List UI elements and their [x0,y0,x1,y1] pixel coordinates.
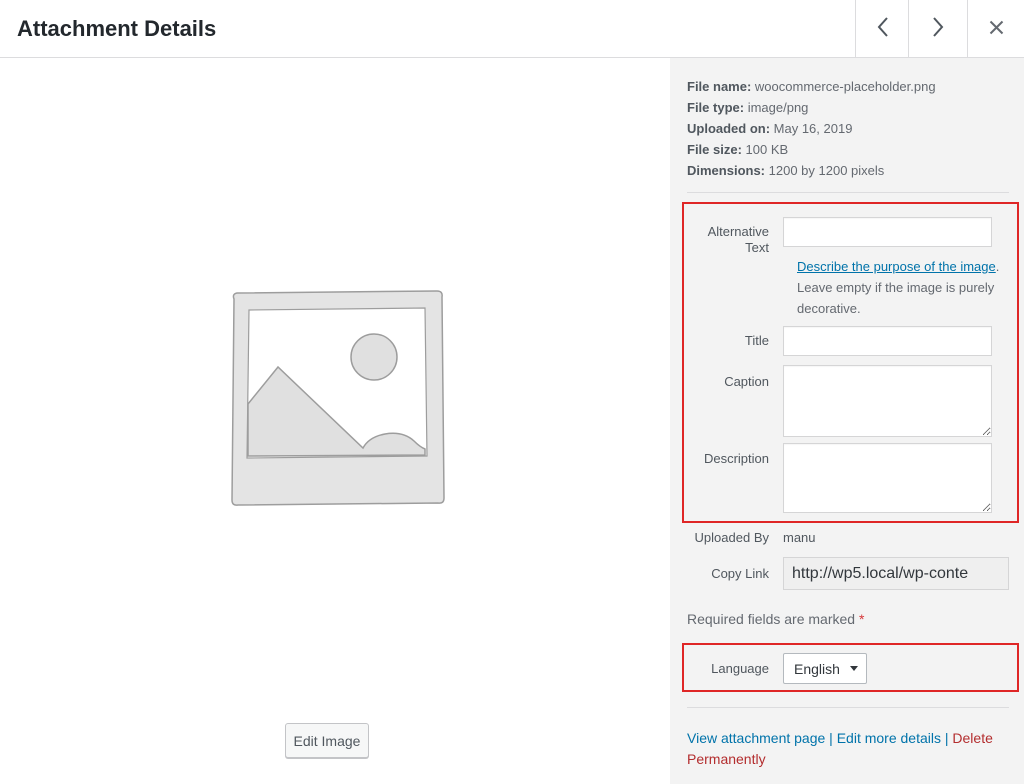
caption-row: Caption [687,365,992,437]
copy-link-input[interactable] [783,557,1009,590]
edit-more-details-link[interactable]: Edit more details [837,730,941,746]
previous-attachment-button[interactable] [855,0,908,57]
meta-label: File size: [687,142,742,157]
language-row: Language English [687,653,867,684]
meta-label: File name: [687,79,751,94]
meta-value: woocommerce-placeholder.png [751,79,935,94]
close-icon [988,19,1005,39]
chevron-left-icon [876,16,889,41]
edit-image-button[interactable]: Edit Image [285,723,369,758]
meta-value: 100 KB [742,142,788,157]
page-title: Attachment Details [17,0,216,57]
uploaded-by-label: Uploaded By [687,530,783,546]
view-attachment-link[interactable]: View attachment page [687,730,825,746]
uploaded-by-value: manu [783,530,816,546]
description-row: Description [687,443,992,513]
modal-header: Attachment Details [0,0,1024,58]
attachment-details-modal: Attachment Details Ed [0,0,1024,784]
required-fields-note: Required fields are marked * [687,611,864,627]
title-row: Title [687,326,992,356]
meta-value: image/png [744,100,808,115]
file-meta: File name: woocommerce-placeholder.png F… [687,76,1009,181]
divider [687,192,1009,193]
meta-value: 1200 by 1200 pixels [765,163,884,178]
attachment-actions: View attachment page | Edit more details… [687,728,1009,770]
copy-link-label: Copy Link [687,557,783,582]
language-selected-value: English [794,661,846,677]
language-label: Language [687,653,783,677]
caption-textarea[interactable] [783,365,992,437]
meta-row-dimensions: Dimensions: 1200 by 1200 pixels [687,160,1009,181]
image-placeholder [227,288,448,509]
action-separator: | [825,730,836,746]
header-nav [855,0,1024,57]
meta-row-filetype: File type: image/png [687,97,1009,118]
alt-text-row: Alternative Text [687,217,992,256]
meta-label: Uploaded on: [687,121,770,136]
meta-row-filename: File name: woocommerce-placeholder.png [687,76,1009,97]
description-label: Description [687,443,783,467]
meta-value: May 16, 2019 [770,121,852,136]
chevron-down-icon [850,666,858,671]
alt-text-label: Alternative Text [687,217,783,256]
next-attachment-button[interactable] [908,0,967,57]
language-select[interactable]: English [783,653,867,684]
meta-row-uploaded-on: Uploaded on: May 16, 2019 [687,118,1009,139]
uploaded-by-row: Uploaded By manu [687,530,816,546]
meta-row-filesize: File size: 100 KB [687,139,1009,160]
divider [687,707,1009,708]
title-label: Title [687,326,783,349]
chevron-right-icon [932,16,945,41]
meta-label: Dimensions: [687,163,765,178]
meta-label: File type: [687,100,744,115]
alt-text-input[interactable] [783,217,992,247]
alt-help-text: Describe the purpose of the image. Leave… [797,256,1011,319]
action-separator: | [941,730,952,746]
copy-link-row: Copy Link [687,557,1009,590]
close-button[interactable] [967,0,1024,57]
caption-label: Caption [687,365,783,390]
required-note-text: Required fields are marked [687,611,859,627]
description-textarea[interactable] [783,443,992,513]
title-input[interactable] [783,326,992,356]
describe-purpose-link[interactable]: Describe the purpose of the image [797,259,996,274]
required-asterisk: * [859,611,864,627]
